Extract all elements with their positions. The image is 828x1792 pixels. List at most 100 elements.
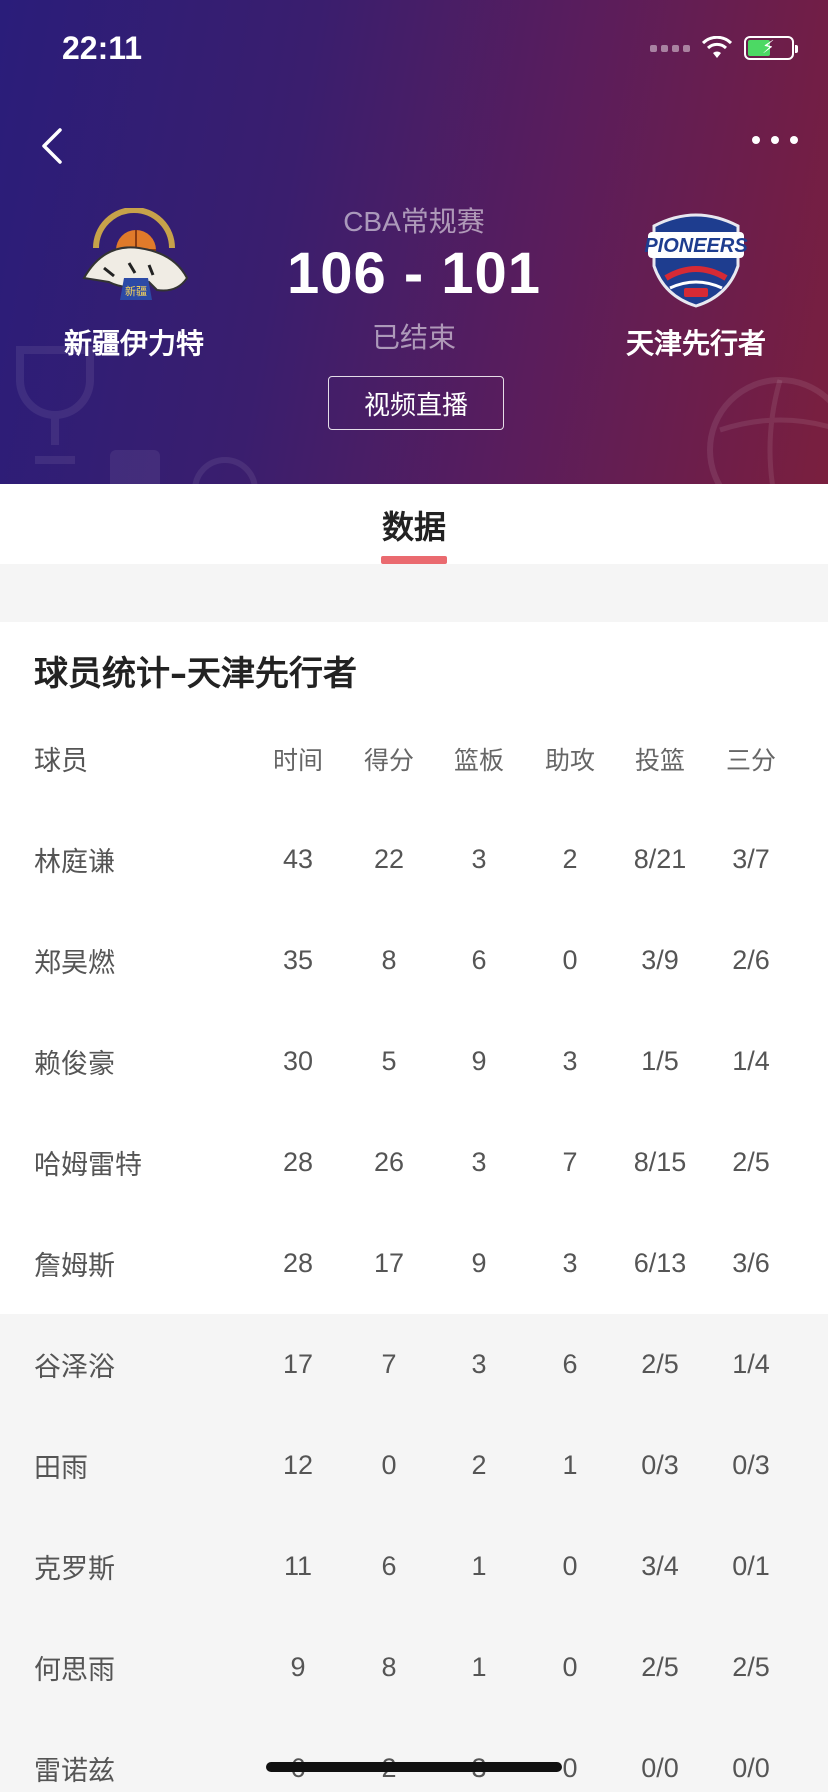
stat-reb: 1 [471, 1551, 487, 1581]
stat-fg: 8/15 [633, 1147, 687, 1177]
stat-ft: 2 [797, 1617, 828, 1718]
stat-fg: 8/21 [633, 844, 687, 874]
player-name: 谷泽浴 [34, 1352, 115, 1383]
stat-pts: 22 [373, 844, 405, 874]
stat-fg: 6/13 [633, 1248, 687, 1278]
col-header[interactable]: 罚 [797, 708, 828, 809]
stat-ft: 2 [797, 1011, 828, 1112]
battery-icon: ⚡ [744, 36, 798, 60]
stat-ft: 0 [797, 910, 828, 1011]
thumbs-up-deco-icon [110, 450, 160, 484]
stat-ast: 0 [562, 1551, 578, 1581]
col-header[interactable]: 篮板 [434, 708, 524, 809]
status-icons: ⚡ [650, 36, 798, 60]
wifi-icon [702, 36, 732, 58]
stat-fg: 2/5 [641, 1652, 679, 1682]
more-options-button[interactable] [752, 136, 798, 144]
table-row[interactable]: 赖俊豪 30 5 9 3 1/5 1/4 2 [0, 1011, 828, 1112]
stat-fg: 0/0 [641, 1753, 679, 1783]
stat-ft: 0 [797, 1415, 828, 1516]
stat-tp: 1/4 [732, 1349, 770, 1379]
stat-time: 35 [282, 945, 314, 975]
stat-tp: 1/4 [732, 1046, 770, 1076]
stat-pts: 5 [381, 1046, 397, 1076]
stat-ast: 3 [562, 1248, 578, 1278]
table-row[interactable]: 田雨 12 0 2 1 0/3 0/3 0 [0, 1415, 828, 1516]
table-row[interactable]: 克罗斯 11 6 1 0 3/4 0/1 0 [0, 1516, 828, 1617]
stat-fg: 2/5 [641, 1349, 679, 1379]
stat-time: 28 [282, 1248, 314, 1278]
table-row[interactable]: 哈姆雷特 28 26 3 7 8/15 2/5 8 [0, 1112, 828, 1213]
stat-fg: 0/3 [641, 1450, 679, 1480]
stat-pts: 0 [381, 1450, 397, 1480]
stat-tp: 0/0 [732, 1753, 770, 1783]
game-score: 106 - 101 [286, 241, 542, 306]
stat-tp: 2/5 [732, 1652, 770, 1682]
game-status: 已结束 [371, 321, 456, 354]
stat-ft: 8 [797, 1112, 828, 1213]
table-row[interactable]: 谷泽浴 17 7 3 6 2/5 1/4 2 [0, 1314, 828, 1415]
stat-tp: 3/6 [732, 1248, 770, 1278]
tab-data[interactable]: 数据 [0, 502, 828, 548]
player-name: 赖俊豪 [34, 1049, 115, 1080]
stat-pts: 8 [381, 945, 397, 975]
stat-reb: 3 [471, 844, 487, 874]
stat-tp: 0/3 [732, 1450, 770, 1480]
stat-pts: 26 [373, 1147, 405, 1177]
stat-ast: 2 [562, 844, 578, 874]
stat-time: 6 [253, 1718, 343, 1792]
stat-ast: 0 [562, 1753, 578, 1783]
stat-reb: 3 [471, 1349, 487, 1379]
cellular-signal-icon [650, 44, 690, 52]
video-live-button[interactable]: 视频直播 [328, 376, 504, 430]
stat-reb: 3 [471, 1147, 487, 1177]
active-tab-indicator [381, 556, 447, 564]
table-row[interactable]: 郑昊燃 35 8 6 0 3/9 2/6 0 [0, 910, 828, 1011]
stat-ast: 6 [562, 1349, 578, 1379]
stat-fg: 1/5 [641, 1046, 679, 1076]
table-row[interactable]: 林庭谦 43 22 3 2 8/21 3/7 3 [0, 809, 828, 910]
stat-ast: 3 [562, 1046, 578, 1076]
stat-ft: 0 [797, 1516, 828, 1617]
back-chevron-icon[interactable] [34, 124, 74, 168]
stat-pts: 6 [381, 1551, 397, 1581]
stat-ast: 0 [562, 945, 578, 975]
col-header[interactable]: 投篮 [615, 708, 705, 809]
player-name: 田雨 [34, 1453, 88, 1484]
stat-tp: 2/5 [732, 1147, 770, 1177]
home-indicator [266, 1762, 562, 1772]
col-header[interactable]: 三分 [706, 708, 796, 809]
stat-time: 17 [282, 1349, 314, 1379]
stat-reb: 9 [471, 1248, 487, 1278]
stat-time: 28 [282, 1147, 314, 1177]
stat-ft: 2 [797, 1314, 828, 1415]
stat-time: 43 [282, 844, 314, 874]
stat-tp: 3/7 [732, 844, 770, 874]
col-header[interactable]: 助攻 [525, 708, 615, 809]
stat-ft: 2 [797, 1213, 828, 1314]
stat-time: 11 [283, 1551, 313, 1581]
table-row[interactable]: 詹姆斯 28 17 9 3 6/13 3/6 2 [0, 1213, 828, 1314]
stat-reb: 2 [471, 1450, 487, 1480]
stat-ast: 0 [562, 1652, 578, 1682]
player-name: 哈姆雷特 [34, 1150, 142, 1181]
col-header[interactable]: 得分 [344, 708, 434, 809]
stat-time: 30 [282, 1046, 314, 1076]
table-header-row: 球员 时间 得分 篮板 助攻 投篮 三分 罚 [0, 708, 828, 809]
player-stats-section: 球员统计–天津先行者 球员 时间 得分 篮板 助攻 投篮 三分 罚 林庭谦 43 2… [0, 622, 828, 1792]
player-name: 雷诺兹 [34, 1756, 115, 1787]
league-label: CBA常规赛 [343, 206, 485, 237]
section-divider [0, 600, 828, 622]
stat-ast: 1 [562, 1450, 578, 1480]
target-deco-icon [192, 457, 258, 484]
game-header: 22:11 ⚡ 新疆 新疆伊力特 PIONEERS 天津先行者 CBA常规赛 1… [0, 0, 828, 484]
stat-reb: 3 [434, 1718, 524, 1792]
section-title: 球员统计–天津先行者 [34, 654, 357, 694]
player-name: 何思雨 [34, 1655, 115, 1686]
col-header[interactable]: 时间 [253, 708, 343, 809]
stat-pts: 2 [344, 1718, 434, 1792]
table-row[interactable]: 雷诺兹62300/00/02 [0, 1718, 828, 1792]
status-time: 22:11 [62, 30, 143, 66]
table-row[interactable]: 何思雨 9 8 1 0 2/5 2/5 2 [0, 1617, 828, 1718]
stat-ft: 2 [797, 1718, 828, 1792]
